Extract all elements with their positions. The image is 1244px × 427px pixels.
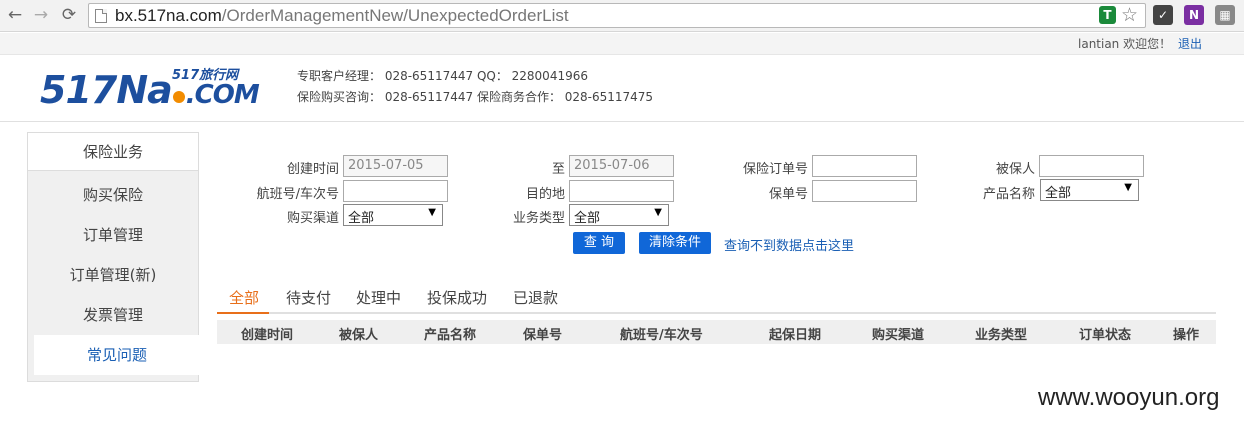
product-select[interactable]: 全部 ▼ (1040, 179, 1139, 201)
logout-link[interactable]: 退出 (1178, 35, 1202, 52)
order-table-header: 创建时间 被保人 产品名称 保单号 航班号/车次号 起保日期 购买渠道 业务类型… (217, 320, 1216, 344)
sidebar-item-buy-insurance[interactable]: 购买保险 (28, 175, 198, 215)
order-no-label: 保险订单号 (742, 162, 808, 177)
active-tab-indicator (217, 312, 269, 314)
search-button[interactable]: 查 询 (573, 232, 625, 254)
dropdown-arrow-icon: ▼ (428, 207, 436, 218)
channel-label: 购买渠道 (286, 211, 339, 226)
order-status-tabs: 全部 待支付 处理中 投保成功 已退款 (217, 280, 1216, 314)
product-label: 产品名称 (982, 187, 1035, 202)
dropdown-arrow-icon: ▼ (654, 207, 662, 218)
column-header: 产品名称 (424, 328, 477, 343)
policy-input[interactable] (812, 180, 917, 202)
onenote-icon[interactable]: N (1184, 5, 1204, 25)
welcome-text: lantian 欢迎您！ (1078, 37, 1172, 51)
dropdown-arrow-icon: ▼ (1124, 182, 1132, 193)
to-label: 至 (551, 162, 565, 177)
url-text[interactable]: bx.517na.com/OrderManagementNew/Unexpect… (115, 6, 569, 26)
biz-type-select[interactable]: 全部 ▼ (569, 204, 669, 226)
create-time-label: 创建时间 (286, 162, 339, 177)
flight-label: 航班号/车次号 (256, 187, 339, 202)
sidebar-item-order-management-new[interactable]: 订单管理(新) (28, 255, 198, 295)
site-logo[interactable]: 517Na .COM 517旅行网 (40, 64, 270, 112)
tab-processing[interactable]: 处理中 (356, 287, 401, 308)
column-header: 航班号/车次号 (620, 328, 703, 343)
user-bar: lantian 欢迎您！ 退出 (0, 33, 1244, 55)
column-header: 被保人 (339, 328, 379, 343)
no-data-link[interactable]: 查询不到数据点击这里 (724, 235, 854, 254)
policy-label: 保单号 (768, 187, 808, 202)
back-icon[interactable]: ← (4, 4, 26, 26)
extension-icon[interactable]: ▦ (1215, 5, 1235, 25)
column-header: 起保日期 (769, 328, 822, 343)
biz-type-select-value: 全部 (574, 211, 601, 226)
create-time-from-input[interactable]: 2015-07-05 (343, 155, 448, 177)
reload-icon[interactable]: ⟳ (58, 4, 80, 26)
forward-icon[interactable]: → (30, 4, 52, 26)
column-header: 购买渠道 (872, 328, 925, 343)
sidebar-item-invoice-management[interactable]: 发票管理 (28, 295, 198, 335)
browser-toolbar: ← → ⟳ bx.517na.com/OrderManagementNew/Un… (0, 0, 1244, 32)
page-icon (95, 9, 107, 23)
address-bar[interactable]: bx.517na.com/OrderManagementNew/Unexpect… (88, 3, 1146, 28)
biz-type-label: 业务类型 (512, 211, 565, 226)
sidebar-item-faq[interactable]: 常见问题 (34, 335, 200, 375)
insured-label: 被保人 (995, 162, 1035, 177)
sidebar: 保险业务 购买保险 订单管理 订单管理(新) 发票管理 常见问题 (27, 132, 200, 382)
column-header: 业务类型 (975, 328, 1028, 343)
destination-label: 目的地 (525, 187, 565, 202)
tab-insured-success[interactable]: 投保成功 (427, 287, 487, 308)
pocket-icon[interactable]: ✓ (1153, 5, 1173, 25)
insured-input[interactable] (1039, 155, 1144, 177)
order-no-input[interactable] (812, 155, 917, 177)
channel-select[interactable]: 全部 ▼ (343, 204, 443, 226)
clear-button[interactable]: 清除条件 (639, 232, 711, 254)
column-header: 订单状态 (1079, 328, 1132, 343)
tab-pending-payment[interactable]: 待支付 (286, 287, 331, 308)
site-header: 517Na .COM 517旅行网 专职客户经理： 028-65117447 QQ… (0, 56, 1244, 122)
watermark: www.wooyun.org (1038, 384, 1220, 411)
tab-refunded[interactable]: 已退款 (513, 287, 558, 308)
star-icon[interactable]: ☆ (1121, 4, 1138, 26)
shield-icon[interactable]: T (1099, 6, 1116, 24)
sidebar-item-order-management[interactable]: 订单管理 (28, 215, 198, 255)
create-time-to-input[interactable]: 2015-07-06 (569, 155, 674, 177)
channel-select-value: 全部 (348, 211, 375, 226)
logo-dot-icon (172, 91, 185, 103)
contact-line-2: 保险购买咨询： 028-65117447 保险商务合作： 028-6511747… (297, 90, 654, 104)
column-header: 操作 (1173, 328, 1200, 343)
column-header: 保单号 (523, 328, 563, 343)
tab-all[interactable]: 全部 (229, 287, 259, 308)
contact-line-1: 专职客户经理： 028-65117447 QQ： 2280041966 (297, 69, 588, 83)
sidebar-title: 保险业务 (28, 133, 198, 171)
column-header: 创建时间 (241, 328, 294, 343)
product-select-value: 全部 (1045, 186, 1072, 201)
logo-subtitle: 517旅行网 (172, 68, 239, 83)
flight-input[interactable] (343, 180, 448, 202)
destination-input[interactable] (569, 180, 674, 202)
